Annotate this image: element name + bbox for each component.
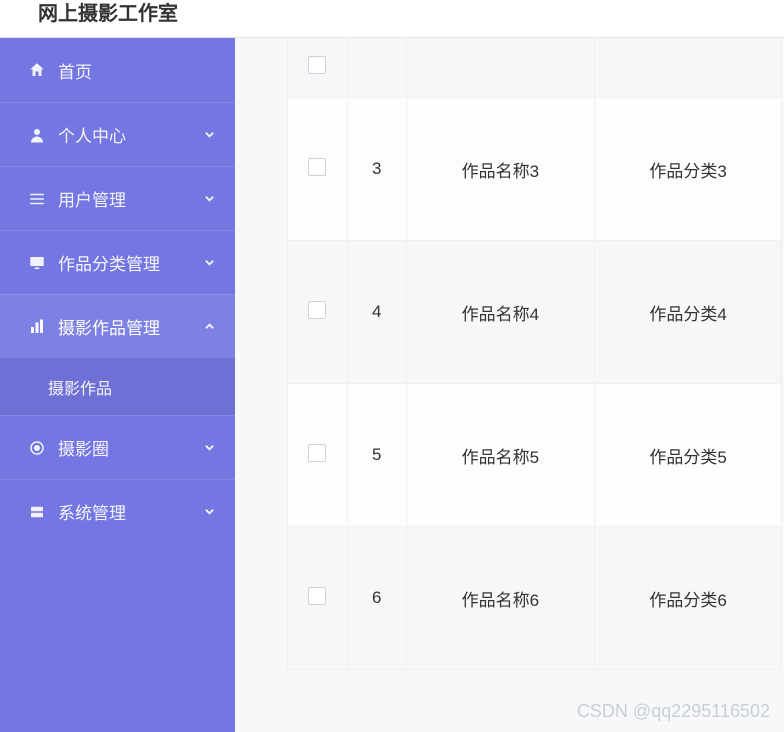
sidebar-item-system[interactable]: 系统管理: [0, 479, 235, 543]
table-row: 6 作品名称6 作品分类6: [287, 527, 782, 670]
cell-index: 6: [348, 527, 407, 670]
chevron-down-icon: [203, 193, 215, 205]
sidebar-item-label: 作品分类管理: [58, 250, 203, 275]
sidebar-item-circle[interactable]: 摄影圈: [0, 415, 235, 479]
list-icon: [28, 190, 46, 208]
cell-index: 4: [348, 241, 407, 384]
user-icon: [28, 126, 46, 144]
cell-name: 作品名称6: [407, 527, 596, 670]
chevron-down-icon: [203, 129, 215, 141]
monitor-icon: [28, 254, 46, 272]
sidebar-item-category[interactable]: 作品分类管理: [0, 230, 235, 294]
sidebar-item-home[interactable]: 首页: [0, 38, 235, 102]
cell-category: 作品分类6: [595, 527, 782, 670]
chart-icon: [28, 318, 46, 336]
sidebar-item-label: 个人中心: [58, 122, 203, 147]
row-checkbox[interactable]: [308, 587, 326, 605]
chevron-down-icon: [203, 506, 215, 518]
sidebar-item-users[interactable]: 用户管理: [0, 166, 235, 230]
app-title: 网上摄影工作室: [38, 0, 178, 26]
table-row: 3 作品名称3 作品分类3: [287, 98, 782, 241]
table-row: 4 作品名称4 作品分类4: [287, 241, 782, 384]
cell-name: 作品名称4: [407, 241, 596, 384]
sidebar-subitem-photos[interactable]: 摄影作品: [0, 358, 235, 415]
cell-category: 作品分类4: [595, 241, 782, 384]
chevron-down-icon: [203, 442, 215, 454]
cell-name: 作品名称5: [407, 384, 596, 527]
cell-category: 作品分类5: [595, 384, 782, 527]
layout: 首页 个人中心 用户管理 作品分类管理: [0, 38, 784, 732]
cell-index: 3: [348, 98, 407, 241]
home-icon: [28, 61, 46, 79]
cell-name: [407, 38, 596, 98]
app-header: 网上摄影工作室: [0, 0, 784, 38]
sidebar-item-label: 用户管理: [58, 186, 203, 211]
row-checkbox[interactable]: [308, 56, 326, 74]
sidebar-item-label: 系统管理: [58, 499, 203, 524]
sidebar-sub-label: 摄影作品: [48, 375, 112, 399]
cell-category: 作品分类3: [595, 98, 782, 241]
cell-category: [595, 38, 782, 98]
sidebar-item-profile[interactable]: 个人中心: [0, 102, 235, 166]
sidebar-item-works[interactable]: 摄影作品管理: [0, 294, 235, 358]
server-icon: [28, 503, 46, 521]
cell-index: [348, 38, 407, 98]
sidebar-item-label: 首页: [58, 58, 215, 83]
row-checkbox[interactable]: [308, 301, 326, 319]
table-row: [287, 38, 782, 98]
works-table: 3 作品名称3 作品分类3 4 作品名称4 作品分类4 5 作品名称5 作品分类…: [287, 38, 782, 670]
chevron-down-icon: [203, 257, 215, 269]
chevron-up-icon: [203, 321, 215, 333]
sidebar-item-label: 摄影圈: [58, 435, 203, 460]
sidebar-item-label: 摄影作品管理: [58, 314, 203, 339]
row-checkbox[interactable]: [308, 158, 326, 176]
cell-index: 5: [348, 384, 407, 527]
content-area: 3 作品名称3 作品分类3 4 作品名称4 作品分类4 5 作品名称5 作品分类…: [235, 38, 784, 732]
circle-icon: [28, 439, 46, 457]
cell-name: 作品名称3: [407, 98, 596, 241]
row-checkbox[interactable]: [308, 444, 326, 462]
table-row: 5 作品名称5 作品分类5: [287, 384, 782, 527]
sidebar: 首页 个人中心 用户管理 作品分类管理: [0, 38, 235, 732]
